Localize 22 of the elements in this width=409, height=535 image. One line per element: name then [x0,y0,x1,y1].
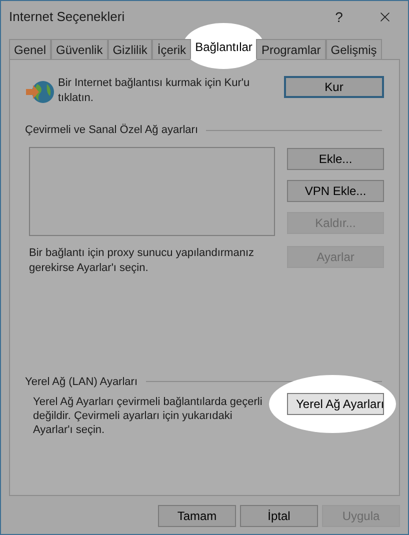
tab[interactable]: Genel [9,39,52,59]
window-title: Internet Seçenekleri [9,8,126,26]
globe-icon [25,78,55,106]
dialog-button[interactable]: Ekle... [287,148,384,170]
tab[interactable]: Gelişmiş [326,39,382,59]
dialog-button[interactable]: VPN Ekle... [287,180,384,202]
tab[interactable]: İçerik [152,39,192,59]
dialog-button[interactable]: Kur [284,76,384,98]
tab[interactable]: Gizlilik [108,39,152,59]
group-heading: Yerel Ağ (LAN) Ayarları [25,374,138,390]
group-heading: Çevirmeli ve Sanal Özel Ağ ayarları [25,122,198,138]
lan-text: Yerel Ağ Ayarları çevirmeli bağlantılarda geçerli değildir. Çevirmeli ayarları için yukarıdaki Ayarlar'ı seçin. [33,395,264,437]
connection-list[interactable] [29,146,275,236]
tab[interactable]: Bağlantılar [191,35,256,59]
dialog-button[interactable]: Yerel Ağ Ayarları [287,393,384,415]
help-button[interactable]: ? [316,6,362,28]
tab[interactable]: Güvenlik [51,39,108,59]
proxy-text: Bir bağlantı için proxy sunucu yapılandırmanız gerekirse Ayarlar'ı seçin. [29,246,256,276]
tab[interactable]: Programlar [256,39,326,59]
dialog-button[interactable]: Tamam [158,505,236,527]
dialog-button[interactable]: İptal [240,505,318,527]
setup-text: Bir Internet bağlantısı kurmak için Kur'u tıklatın. [58,76,251,106]
